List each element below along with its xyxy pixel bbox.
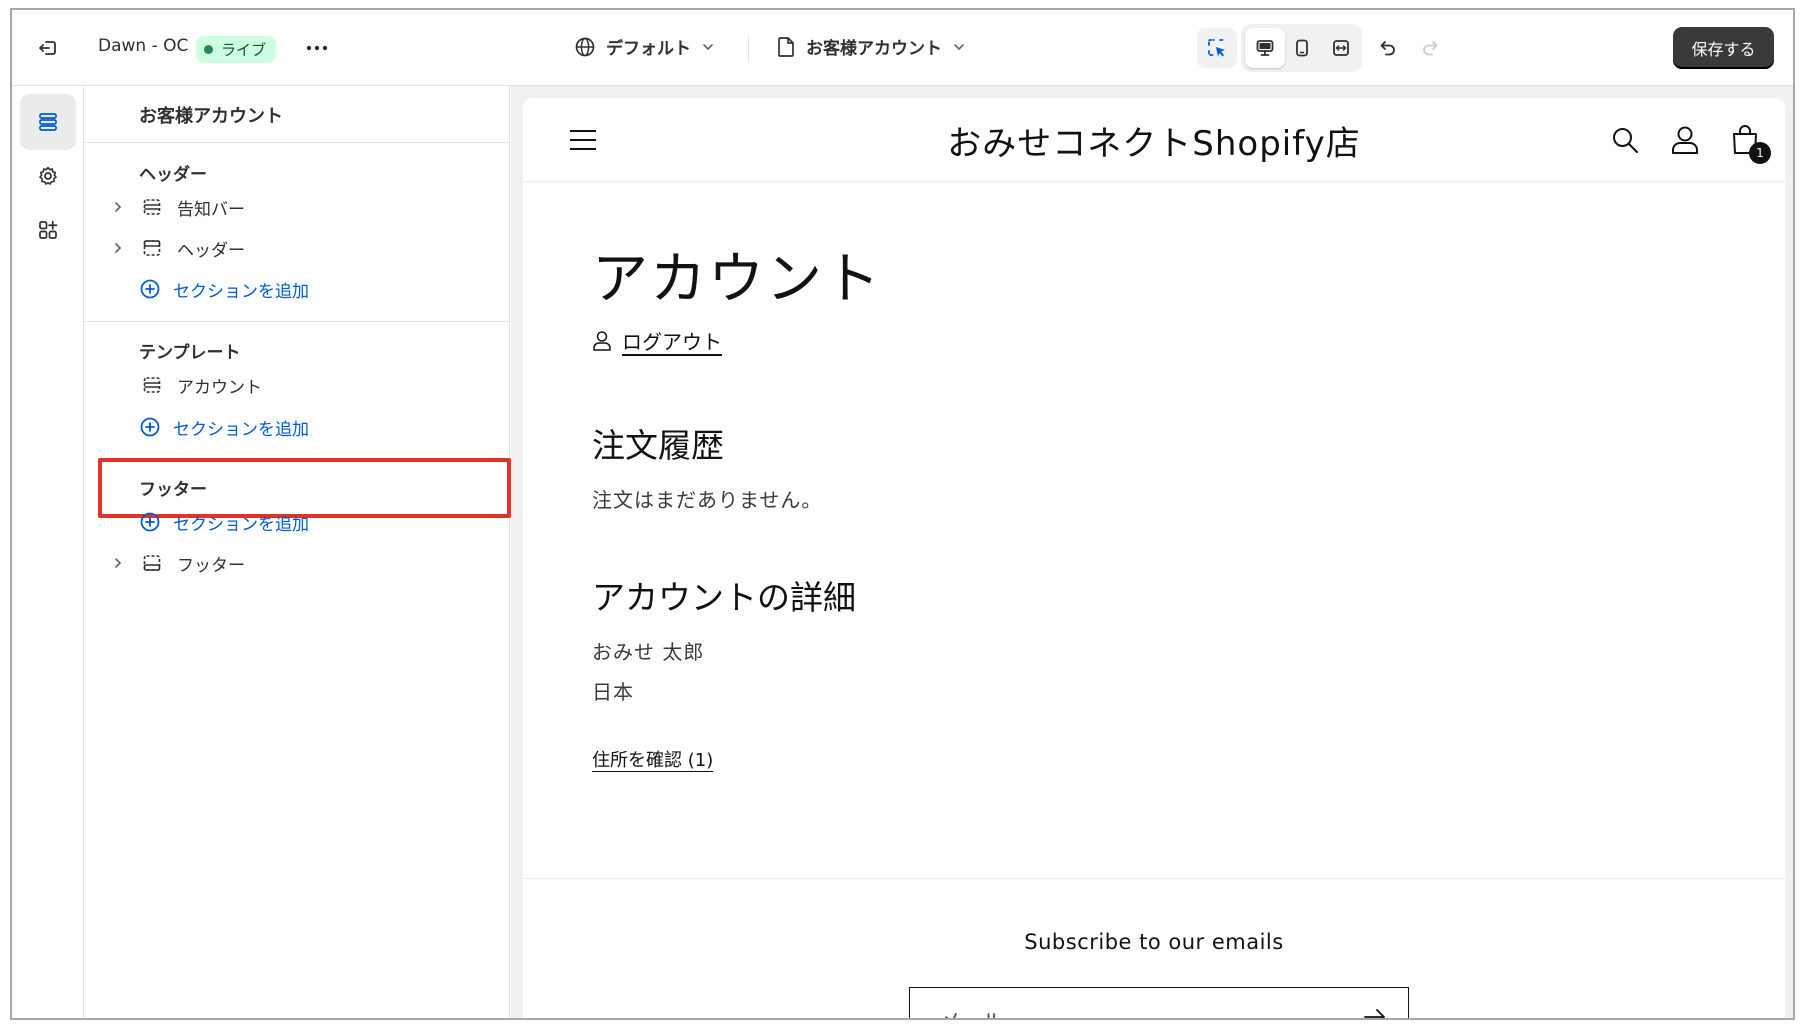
locale-dropdown[interactable]: デフォルト <box>574 34 715 59</box>
add-section-footer-button[interactable]: セクションを追加 <box>139 502 309 542</box>
viewport-switcher <box>1241 24 1362 72</box>
sidebar-divider <box>85 321 509 322</box>
save-button[interactable]: 保存する <box>1673 27 1774 69</box>
sidebar-item-label: 告知バー <box>177 199 245 220</box>
chevron-right-icon[interactable] <box>107 201 129 213</box>
globe-icon <box>575 37 595 56</box>
logout-link[interactable]: ログアウト <box>592 326 722 355</box>
left-rail <box>12 86 84 1018</box>
topbar-divider <box>748 36 749 62</box>
cart-count-badge: 1 <box>1749 142 1771 164</box>
exit-icon <box>39 41 56 55</box>
chevron-down-icon <box>703 43 713 50</box>
header-group-heading: ヘッダー <box>139 165 207 185</box>
subscribe-heading: Subscribe to our emails <box>1024 930 1284 954</box>
select-cursor-icon <box>1208 39 1225 57</box>
add-section-template-button[interactable]: セクションを追加 <box>139 407 309 447</box>
add-section-label: セクションを追加 <box>173 419 309 440</box>
search-button[interactable] <box>1607 122 1643 158</box>
desktop-view-button[interactable] <box>1245 28 1285 68</box>
chevron-right-icon[interactable] <box>107 557 129 569</box>
apps-icon <box>39 220 58 239</box>
sidebar-item-account[interactable]: アカウント <box>107 365 497 405</box>
live-badge: ライブ <box>196 36 277 63</box>
user-icon <box>1672 126 1698 154</box>
redo-button[interactable] <box>1410 28 1450 68</box>
gear-icon <box>39 166 57 185</box>
plus-circle-icon <box>140 417 160 437</box>
theme-settings-tab[interactable] <box>20 148 76 204</box>
template-label: お客様アカウント <box>806 39 942 59</box>
cart-button[interactable]: 1 <box>1727 122 1771 164</box>
customer-name: おみせ 太郎 <box>592 640 705 664</box>
sections-tab[interactable] <box>20 94 76 150</box>
sidebar-divider <box>85 142 509 143</box>
sidebar-item-header[interactable]: ヘッダー <box>107 228 497 268</box>
footer-group-heading: フッター <box>139 480 207 500</box>
store-header: おみせコネクトShopify店 1 <box>523 98 1785 182</box>
page-icon <box>778 36 794 57</box>
account-button[interactable] <box>1667 122 1703 158</box>
mobile-view-button[interactable] <box>1282 28 1322 68</box>
locale-label: デフォルト <box>606 39 691 59</box>
expand-horizontal-icon <box>1333 40 1349 56</box>
sections-sidebar: お客様アカウント ヘッダー 告知バー ヘッダー セクションを追加 テンプレート … <box>85 86 511 1018</box>
sections-icon <box>39 113 57 131</box>
customer-country: 日本 <box>592 680 634 704</box>
header-section-icon <box>139 238 165 258</box>
section-icon <box>139 375 165 395</box>
shop-name[interactable]: おみせコネクトShopify店 <box>523 116 1785 165</box>
plus-circle-icon <box>140 512 160 532</box>
chevron-down-icon <box>954 43 964 50</box>
redo-icon <box>1423 41 1438 56</box>
editor-window: Dawn - OC ライブ デフォルト お客様アカウント 保存する お客様アカウ… <box>10 8 1795 1020</box>
apps-tab[interactable] <box>20 202 76 258</box>
sidebar-item-footer[interactable]: フッター <box>107 543 497 583</box>
add-section-label: セクションを追加 <box>173 514 309 535</box>
template-group-heading: テンプレート <box>139 343 241 363</box>
sidebar-item-announcement-bar[interactable]: 告知バー <box>107 187 497 227</box>
add-section-header-button[interactable]: セクションを追加 <box>139 269 309 309</box>
template-dropdown[interactable]: お客様アカウント <box>776 34 966 59</box>
mobile-icon <box>1296 39 1308 57</box>
footer-section-icon <box>139 553 165 573</box>
view-addresses-link[interactable]: 住所を確認 (1) <box>592 746 713 772</box>
orders-empty-text: 注文はまだありません。 <box>592 488 823 512</box>
desktop-icon <box>1256 40 1274 56</box>
email-placeholder: メール <box>940 1006 1003 1018</box>
logout-label[interactable]: ログアウト <box>622 326 722 355</box>
chevron-right-icon[interactable] <box>107 242 129 254</box>
search-icon <box>1613 128 1638 153</box>
exit-button[interactable] <box>28 28 68 68</box>
top-bar: Dawn - OC ライブ デフォルト お客様アカウント 保存する <box>12 10 1793 86</box>
footer-divider <box>523 878 1785 879</box>
section-icon <box>139 197 165 217</box>
arrow-right-icon[interactable] <box>1364 1008 1386 1020</box>
live-badge-label: ライブ <box>221 41 267 59</box>
plus-circle-icon <box>140 279 160 299</box>
orders-heading: 注文履歴 <box>592 426 724 465</box>
store-preview[interactable]: おみせコネクトShopify店 1 アカウント ログアウト 注文履歴 注文はまだ… <box>523 98 1785 1020</box>
live-dot-icon <box>204 45 213 54</box>
add-section-label: セクションを追加 <box>173 281 309 302</box>
theme-name: Dawn - OC <box>98 36 189 56</box>
sidebar-title: お客様アカウント <box>139 106 283 127</box>
undo-icon <box>1380 41 1395 56</box>
page-title: アカウント <box>592 247 882 312</box>
full-width-view-button[interactable] <box>1321 28 1361 68</box>
user-icon <box>593 330 611 351</box>
ellipsis-icon <box>306 45 328 51</box>
sidebar-divider <box>85 458 509 459</box>
email-field[interactable]: メール <box>909 987 1409 1020</box>
more-actions-button[interactable] <box>297 28 337 68</box>
sidebar-item-label: フッター <box>177 555 245 576</box>
sidebar-item-label: ヘッダー <box>177 240 245 261</box>
details-heading: アカウントの詳細 <box>592 578 856 617</box>
undo-button[interactable] <box>1368 28 1408 68</box>
inspector-toggle-button[interactable] <box>1197 28 1237 68</box>
sidebar-item-label: アカウント <box>177 377 262 398</box>
